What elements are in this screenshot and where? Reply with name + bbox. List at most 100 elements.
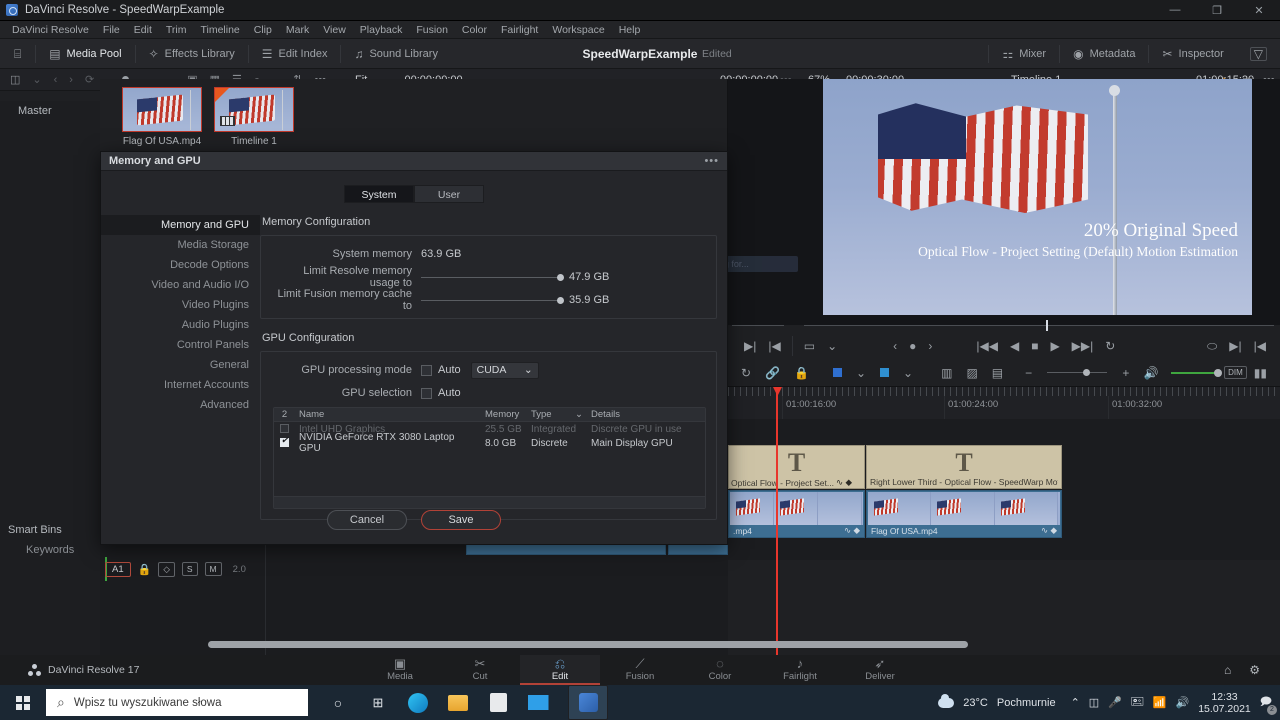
mixer-button[interactable]: ⚏ Mixer <box>989 39 1059 69</box>
nav-item-general[interactable]: General <box>101 355 260 375</box>
track-solo-button[interactable]: S <box>181 562 198 576</box>
flag-chevron-down-icon[interactable]: ⌄ <box>849 366 873 380</box>
menu-mark[interactable]: Mark <box>279 21 316 39</box>
timeline-ruler[interactable]: 01:00:16:00 01:00:24:00 01:00:32:00 <box>728 387 1280 549</box>
tray-volume-icon[interactable]: 🔊 <box>1176 696 1190 709</box>
weather-temperature[interactable]: 23°C <box>963 697 988 709</box>
inspector-button[interactable]: ✂ Inspector <box>1149 39 1236 69</box>
column-memory[interactable]: Memory <box>481 408 527 421</box>
media-clip-item[interactable]: Flag Of USA.mp4 <box>122 87 202 147</box>
resolve-memory-slider[interactable] <box>421 273 564 281</box>
gpu-mode-select[interactable]: CUDA ⌄ <box>470 361 539 379</box>
timeline-video-clip[interactable]: .mp4 ∿ ◆ <box>728 490 865 538</box>
page-tab-edit[interactable]: ⎌ Edit <box>520 655 600 685</box>
page-tab-media[interactable]: ▣ Media <box>360 655 440 685</box>
resolve-taskbar-button[interactable] <box>568 685 608 720</box>
page-tab-cut[interactable]: ✂ Cut <box>440 655 520 685</box>
nav-item-decode-options[interactable]: Decode Options <box>101 255 260 275</box>
menu-fusion[interactable]: Fusion <box>409 21 455 39</box>
custom-zoom-icon[interactable]: ▤ <box>985 366 1010 380</box>
timeline-title-clip[interactable]: T Right Lower Third - Optical Flow - Spe… <box>866 445 1062 489</box>
page-tab-fairlight[interactable]: ♪ Fairlight <box>760 655 840 685</box>
scrubber-playhead[interactable] <box>1046 320 1048 331</box>
slider-knob[interactable] <box>557 273 564 281</box>
start-button[interactable] <box>0 685 46 720</box>
nav-item-memory-and-gpu[interactable]: Memory and GPU <box>101 215 260 235</box>
lock-icon[interactable]: 🔒 <box>787 366 816 380</box>
menu-workspace[interactable]: Workspace <box>545 21 611 39</box>
gpu-selection-auto-checkbox[interactable] <box>421 387 432 399</box>
page-tab-fusion[interactable]: ⟋ Fusion <box>600 655 680 685</box>
menu-color[interactable]: Color <box>455 21 494 39</box>
refresh-icon[interactable]: ⟳ <box>80 69 99 91</box>
nav-item-audio-plugins[interactable]: Audio Plugins <box>101 315 260 335</box>
effects-library-button[interactable]: ✧ Effects Library <box>136 39 248 69</box>
safe-area-icon[interactable]: ⬭ <box>1201 339 1223 354</box>
mail-button[interactable] <box>518 685 558 720</box>
clip-thumbnail[interactable] <box>122 87 202 132</box>
volume-icon[interactable]: 🔊 <box>1136 366 1165 380</box>
gpu-enable-checkbox[interactable] <box>274 423 295 435</box>
tray-microphone-icon[interactable]: 🎤 <box>1108 696 1122 709</box>
trim-mode-icon[interactable]: ↻ <box>734 366 758 380</box>
jump-start-icon[interactable]: |◀◀ <box>970 339 1004 353</box>
prev-keyframe-icon[interactable]: ‹ <box>887 339 903 353</box>
page-tab-deliver[interactable]: ➶ Deliver <box>840 655 920 685</box>
marker-chevron-down-icon[interactable]: ⌄ <box>896 366 920 380</box>
notifications-button[interactable]: 🗩 2 <box>1260 693 1277 715</box>
cancel-button[interactable]: Cancel <box>327 510 407 530</box>
cortana-button[interactable]: ○ <box>318 685 358 720</box>
mark-in-icon[interactable]: ▶| <box>738 339 762 353</box>
tray-expand-icon[interactable]: ⌃ <box>1071 696 1080 709</box>
bin-item-master[interactable]: Master <box>0 101 100 121</box>
tray-battery-icon[interactable]: 🖭 <box>1131 693 1144 712</box>
close-button[interactable]: ✕ <box>1238 0 1280 21</box>
marker-icon[interactable] <box>873 366 896 380</box>
track-mute-button[interactable]: M <box>204 562 222 576</box>
link-clips-icon[interactable]: 🔗 <box>758 366 787 380</box>
save-button[interactable]: Save <box>421 510 501 530</box>
menu-trim[interactable]: Trim <box>159 21 194 39</box>
zoom-out-icon[interactable]: − <box>1018 366 1039 380</box>
column-name[interactable]: Name <box>295 408 481 421</box>
media-pool-button[interactable]: ▤ Media Pool <box>36 39 134 69</box>
panel-layout-icon[interactable]: ◫ <box>5 69 25 91</box>
menu-clip[interactable]: Clip <box>247 21 279 39</box>
gpu-mode-auto-checkbox[interactable] <box>421 364 432 376</box>
track-link-icon[interactable]: ◇ <box>158 561 175 577</box>
zoom-in-icon[interactable]: + <box>1115 366 1136 380</box>
smart-bins-header[interactable]: Smart Bins <box>0 520 100 540</box>
track-name-a1[interactable]: A1 <box>105 561 131 577</box>
set-out-icon[interactable]: |◀ <box>1248 339 1272 353</box>
expand-panel-button[interactable]: ▽ <box>1237 39 1280 69</box>
menu-timeline[interactable]: Timeline <box>193 21 246 39</box>
play-reverse-icon[interactable]: ◀ <box>1004 339 1025 353</box>
table-row[interactable]: NVIDIA GeForce RTX 3080 Laptop GPU 8.0 G… <box>274 432 705 454</box>
slider-knob[interactable] <box>557 296 564 304</box>
dialog-more-icon[interactable]: ••• <box>704 155 719 167</box>
frame-mode-chevron-down-icon[interactable]: ⌄ <box>821 339 843 353</box>
task-view-button[interactable]: ⊞ <box>358 685 398 720</box>
store-button[interactable] <box>478 685 518 720</box>
tray-network-icon[interactable]: 📶 <box>1153 696 1167 709</box>
menu-help[interactable]: Help <box>612 21 648 39</box>
mark-out-icon[interactable]: |◀ <box>762 339 786 353</box>
viewer-scrubber[interactable] <box>728 319 1280 333</box>
page-tab-color[interactable]: ◌ Color <box>680 655 760 685</box>
flag-icon[interactable] <box>826 366 849 380</box>
timeline-playhead[interactable] <box>776 387 778 661</box>
nav-item-media-storage[interactable]: Media Storage <box>101 235 260 255</box>
column-type[interactable]: Type ⌄ <box>527 408 587 421</box>
sound-library-button[interactable]: ♫ Sound Library <box>341 39 451 69</box>
explorer-button[interactable] <box>438 685 478 720</box>
set-in-icon[interactable]: ▶| <box>1223 339 1247 353</box>
tray-camera-icon[interactable]: ◫ <box>1089 696 1099 709</box>
panel-layout-chevron-down-icon[interactable]: ⌄ <box>27 69 46 91</box>
nav-item-video-and-audio-io[interactable]: Video and Audio I/O <box>101 275 260 295</box>
loop-icon[interactable]: ↻ <box>1099 339 1121 353</box>
media-clip-item[interactable]: Timeline 1 <box>214 87 294 147</box>
column-details[interactable]: Details <box>587 408 705 421</box>
minimize-button[interactable]: — <box>1154 0 1196 21</box>
home-button[interactable]: ⌸ <box>0 39 35 69</box>
gpu-enable-checkbox[interactable] <box>274 435 295 449</box>
